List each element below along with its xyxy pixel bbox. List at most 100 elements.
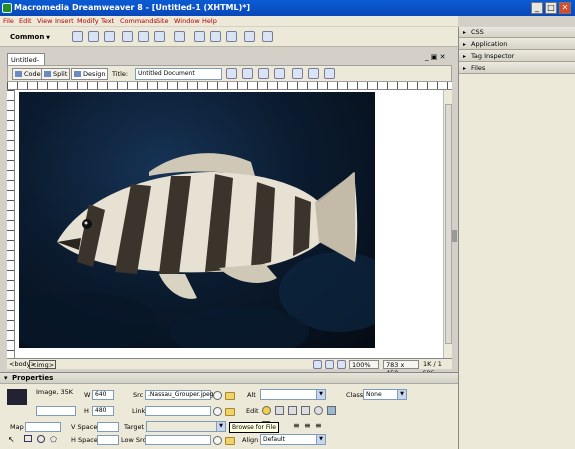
maximize-button[interactable]: □ xyxy=(545,2,557,14)
date-icon[interactable] xyxy=(194,31,205,42)
align-center-icon[interactable]: ≡ xyxy=(304,421,311,430)
status-bar: <body> <img> 100% 783 x 459 1K / 1 sec xyxy=(7,358,452,377)
point-to-link-icon[interactable] xyxy=(213,407,222,416)
properties-header[interactable]: ▾ Properties xyxy=(0,373,458,384)
menu-text[interactable]: Text xyxy=(101,17,114,25)
image-name-input[interactable] xyxy=(36,406,76,416)
optimize-icon[interactable] xyxy=(275,406,284,415)
menu-insert[interactable]: Insert xyxy=(55,17,74,25)
panel-tag-inspector[interactable]: ▸ Tag Inspector xyxy=(459,51,575,62)
low-src-input[interactable] xyxy=(145,435,211,445)
menu-site[interactable]: Site xyxy=(156,17,168,25)
images-icon[interactable] xyxy=(154,31,165,42)
point-to-lowsrc-icon[interactable] xyxy=(213,436,222,445)
templates-icon[interactable] xyxy=(244,31,255,42)
point-to-file-icon[interactable] xyxy=(213,391,222,400)
panel-files-label: Files xyxy=(471,64,486,72)
refresh-icon[interactable] xyxy=(292,68,303,79)
sharpen-icon[interactable] xyxy=(327,406,336,415)
menu-commands[interactable]: Commands xyxy=(120,17,157,25)
nassau-grouper-image[interactable] xyxy=(19,92,375,348)
preview-browser-icon[interactable] xyxy=(242,68,253,79)
link-input[interactable] xyxy=(145,406,211,416)
alt-select[interactable]: ▼ xyxy=(260,389,326,400)
panel-collapse-toggle[interactable] xyxy=(452,230,457,242)
hyperlink-icon[interactable] xyxy=(72,31,83,42)
horizontal-ruler xyxy=(7,82,452,90)
split-view-button[interactable]: Split xyxy=(41,68,71,80)
pointer-hotspot-icon[interactable]: ↖ xyxy=(8,435,15,444)
design-view-button[interactable]: Design xyxy=(71,68,109,80)
dreamweaver-app-icon xyxy=(2,3,12,13)
target-select[interactable]: ▼ xyxy=(146,421,226,432)
hand-tool-icon[interactable] xyxy=(325,360,334,369)
align-select[interactable]: Default ▼ xyxy=(260,434,326,445)
vspace-input[interactable] xyxy=(97,422,119,432)
doc-close-icon[interactable]: ✕ xyxy=(440,53,446,61)
src-input[interactable]: .Nassau_Grouper.jpeg xyxy=(145,390,214,400)
tag-selector-img[interactable]: <img> xyxy=(29,360,57,369)
align-left-icon[interactable]: ≡ xyxy=(293,421,300,430)
browse-link-folder-icon[interactable] xyxy=(225,408,235,416)
hspace-input[interactable] xyxy=(97,435,119,445)
class-select[interactable]: None ▼ xyxy=(363,389,407,400)
browse-folder-icon[interactable] xyxy=(225,392,235,400)
code-view-button[interactable]: Code xyxy=(12,68,44,80)
menu-window[interactable]: Window xyxy=(174,17,200,25)
visual-aids-icon[interactable] xyxy=(324,68,335,79)
check-errors-icon[interactable] xyxy=(258,68,269,79)
doc-minimize-icon[interactable]: _ xyxy=(425,53,429,61)
minimize-button[interactable]: _ xyxy=(531,2,543,14)
zoom-level-select[interactable]: 100% xyxy=(349,360,379,369)
close-button[interactable]: ✕ xyxy=(559,2,571,14)
dropdown-arrow-icon: ▼ xyxy=(316,435,325,444)
menu-help[interactable]: Help xyxy=(202,17,217,25)
height-input[interactable]: 480 xyxy=(92,406,114,416)
expand-arrow-icon: ▸ xyxy=(463,41,467,48)
code-view-label: Code xyxy=(24,70,41,78)
resample-icon[interactable] xyxy=(301,406,310,415)
vertical-scrollbar[interactable] xyxy=(443,90,452,358)
split-view-label: Split xyxy=(53,70,68,78)
fireworks-edit-icon[interactable] xyxy=(262,406,271,415)
document-tab[interactable]: Untitled-1* xyxy=(7,53,45,76)
layer-icon[interactable] xyxy=(138,31,149,42)
panel-files[interactable]: ▸ Files xyxy=(459,63,575,74)
validate-icon[interactable] xyxy=(274,68,285,79)
align-right-icon[interactable]: ≡ xyxy=(315,421,322,430)
menu-file[interactable]: File xyxy=(3,17,14,25)
circle-hotspot-icon[interactable] xyxy=(37,435,45,443)
view-options-icon[interactable] xyxy=(308,68,319,79)
brightness-contrast-icon[interactable] xyxy=(314,406,323,415)
email-link-icon[interactable] xyxy=(88,31,99,42)
menu-view[interactable]: View xyxy=(37,17,52,25)
panel-application[interactable]: ▸ Application xyxy=(459,39,575,50)
named-anchor-icon[interactable] xyxy=(104,31,115,42)
document-title-input[interactable]: Untitled Document xyxy=(135,68,222,80)
file-management-icon[interactable] xyxy=(226,68,237,79)
select-tool-icon[interactable] xyxy=(313,360,322,369)
rectangle-hotspot-icon[interactable] xyxy=(24,435,32,442)
download-time: 1K / 1 sec xyxy=(423,360,442,376)
media-icon[interactable] xyxy=(174,31,185,42)
map-name-input[interactable] xyxy=(25,422,61,432)
browse-lowsrc-folder-icon[interactable] xyxy=(225,437,235,445)
zoom-tool-icon[interactable] xyxy=(337,360,346,369)
table-icon[interactable] xyxy=(122,31,133,42)
panel-css[interactable]: ▸ CSS xyxy=(459,27,575,38)
scrollbar-thumb[interactable] xyxy=(445,104,452,344)
polygon-hotspot-icon[interactable]: ⬠ xyxy=(50,435,57,444)
crop-icon[interactable] xyxy=(288,406,297,415)
window-title: Macromedia Dreamweaver 8 - [Untitled-1 (… xyxy=(14,3,251,12)
document-window-controls: _ ▣ ✕ xyxy=(425,53,455,63)
server-side-include-icon[interactable] xyxy=(210,31,221,42)
tag-chooser-icon[interactable] xyxy=(262,31,273,42)
menu-bar: File Edit View Insert Modify Text Comman… xyxy=(0,16,458,26)
menu-edit[interactable]: Edit xyxy=(19,17,32,25)
comment-icon[interactable] xyxy=(226,31,237,42)
doc-restore-icon[interactable]: ▣ xyxy=(431,53,438,61)
window-size-field[interactable]: 783 x 459 xyxy=(383,360,419,377)
insert-category-dropdown[interactable]: Common ▼ xyxy=(4,30,52,44)
width-input[interactable]: 640 xyxy=(92,390,114,400)
menu-modify[interactable]: Modify xyxy=(77,17,99,25)
